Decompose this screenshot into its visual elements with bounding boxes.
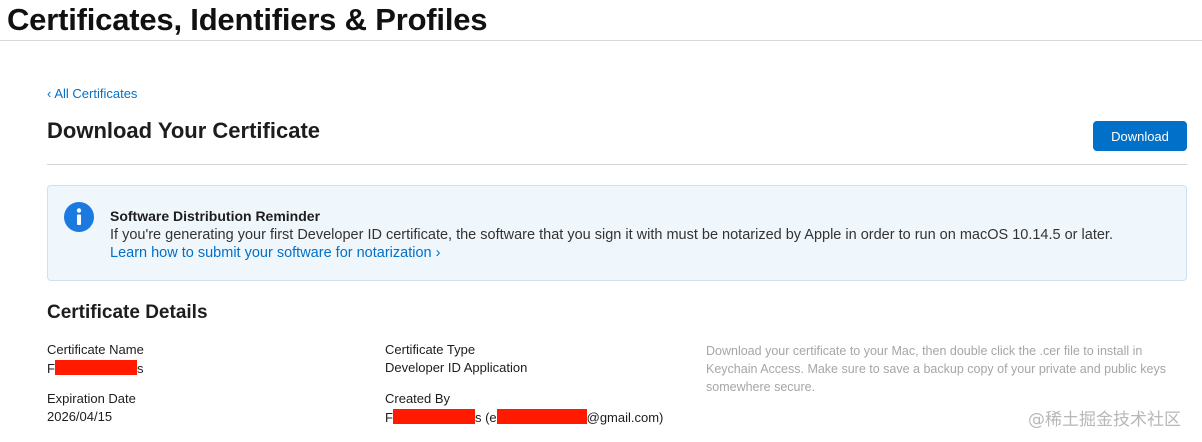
- watermark: @稀土掘金技术社区: [1028, 410, 1181, 430]
- expiration-date-label: Expiration Date: [47, 391, 136, 406]
- notarization-notice: Software Distribution Reminder If you're…: [47, 185, 1187, 281]
- certificate-details-heading: Certificate Details: [47, 302, 208, 323]
- expiration-date-value: 2026/04/15: [47, 409, 113, 424]
- info-icon: [64, 202, 94, 232]
- notice-body: If you're generating your first Develope…: [110, 227, 1113, 243]
- certificate-name-value: Fs: [47, 360, 143, 376]
- notarization-link[interactable]: Learn how to submit your software for no…: [110, 245, 440, 261]
- certificate-type-label: Certificate Type: [385, 342, 476, 357]
- redaction-block: [392, 409, 475, 424]
- created-by-prefix: F: [385, 410, 393, 425]
- notice-title: Software Distribution Reminder: [110, 208, 321, 224]
- chevron-left-icon: ‹: [47, 86, 52, 101]
- section-divider: [47, 164, 1187, 165]
- page-title: Certificates, Identifiers & Profiles: [7, 2, 488, 37]
- back-link-label: All Certificates: [54, 86, 138, 101]
- download-button[interactable]: Download: [1093, 121, 1187, 151]
- created-by-email-domain: @gmail.com): [586, 410, 664, 425]
- created-by-value: Fs (e @gmail.com): [385, 409, 663, 425]
- certificate-type-value: Developer ID Application: [385, 360, 528, 375]
- created-by-middle: s (e: [474, 410, 497, 425]
- certificate-name-suffix: s: [136, 361, 144, 376]
- section-heading: Download Your Certificate: [47, 118, 321, 143]
- created-by-label: Created By: [385, 391, 451, 406]
- title-divider: [0, 40, 1202, 41]
- certificate-name-label: Certificate Name: [47, 342, 144, 357]
- redaction-block: [54, 360, 137, 375]
- back-to-all-certificates-link[interactable]: ‹ All Certificates: [47, 86, 137, 101]
- redaction-block: [496, 409, 587, 424]
- download-helper-text: Download your certificate to your Mac, t…: [706, 344, 1166, 394]
- certificate-name-prefix: F: [47, 361, 55, 376]
